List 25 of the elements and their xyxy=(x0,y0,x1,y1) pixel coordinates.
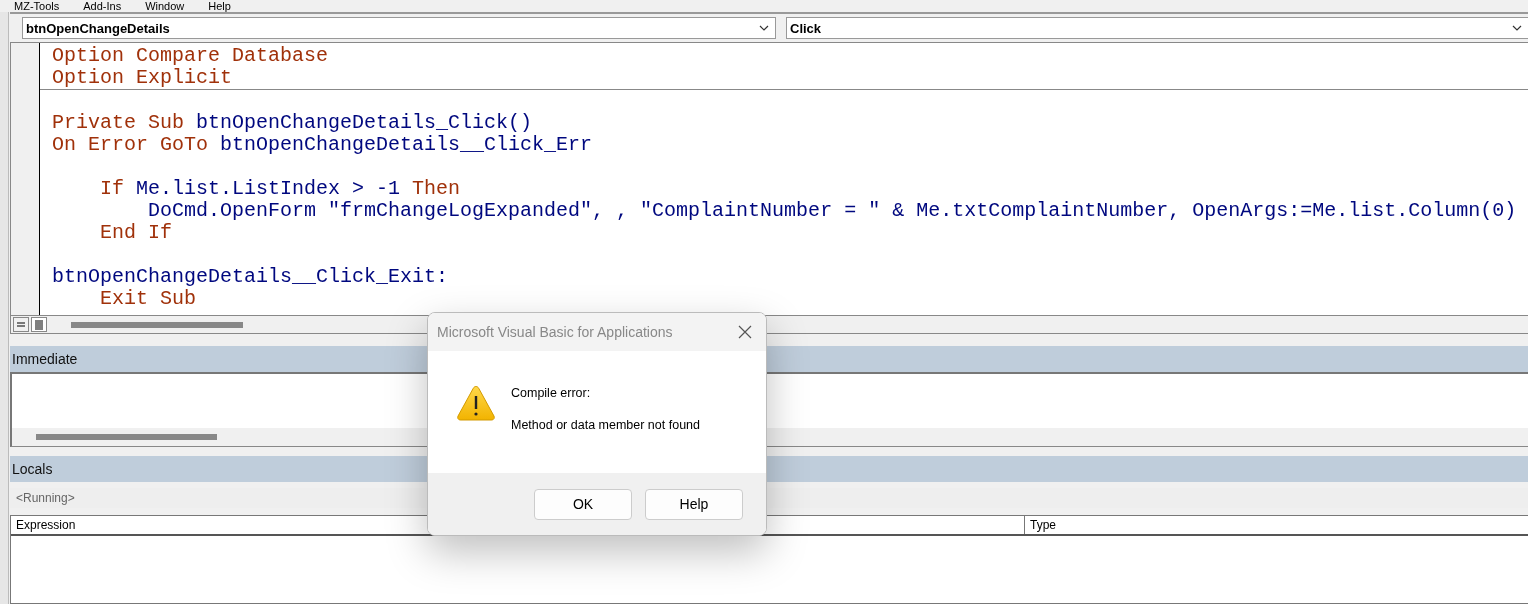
code-line: Option Compare Database xyxy=(51,45,330,67)
procedure-dropdown[interactable]: Click xyxy=(786,17,1528,39)
column-header: Type xyxy=(1029,517,1057,534)
menu-item[interactable]: Window xyxy=(145,0,185,12)
menu-item[interactable]: MZ-Tools xyxy=(14,0,60,12)
code-line: If Me.list.ListIndex > -1 Then xyxy=(99,178,462,200)
dialog-button[interactable]: OK xyxy=(534,488,632,520)
dialog-button[interactable]: Help xyxy=(645,488,743,520)
error-heading: Compile error: xyxy=(511,386,592,400)
error-message: Method or data member not found xyxy=(511,418,700,432)
menu-item[interactable]: Help xyxy=(208,0,231,12)
menu-item[interactable]: Add-Ins xyxy=(83,0,122,12)
horizontal-scrollbar[interactable] xyxy=(71,321,243,328)
code-line: Option Explicit xyxy=(51,67,234,89)
close-icon[interactable] xyxy=(738,325,752,339)
code-line: Private Sub btnOpenChangeDetails_Click() xyxy=(51,112,534,134)
object-dropdown[interactable]: btnOpenChangeDetails xyxy=(22,17,776,39)
code-line: DoCmd.OpenForm "frmChangeLogExpanded", , "ComplaintNumber = " & Me.txtComplaintNumber, OpenArgs:=Me.list.Column(0) xyxy=(147,200,1518,222)
horizontal-scrollbar[interactable] xyxy=(36,434,217,440)
code-line: btnOpenChangeDetails__Click_Exit: xyxy=(51,266,450,288)
code-line: On Error GoTo btnOpenChangeDetails__Click_Err xyxy=(51,134,594,156)
dialog-title: Microsoft Visual Basic for Applications xyxy=(437,324,673,340)
code-line: End If xyxy=(99,222,174,244)
code-line: Exit Sub xyxy=(99,288,198,310)
warning-icon xyxy=(457,385,495,421)
